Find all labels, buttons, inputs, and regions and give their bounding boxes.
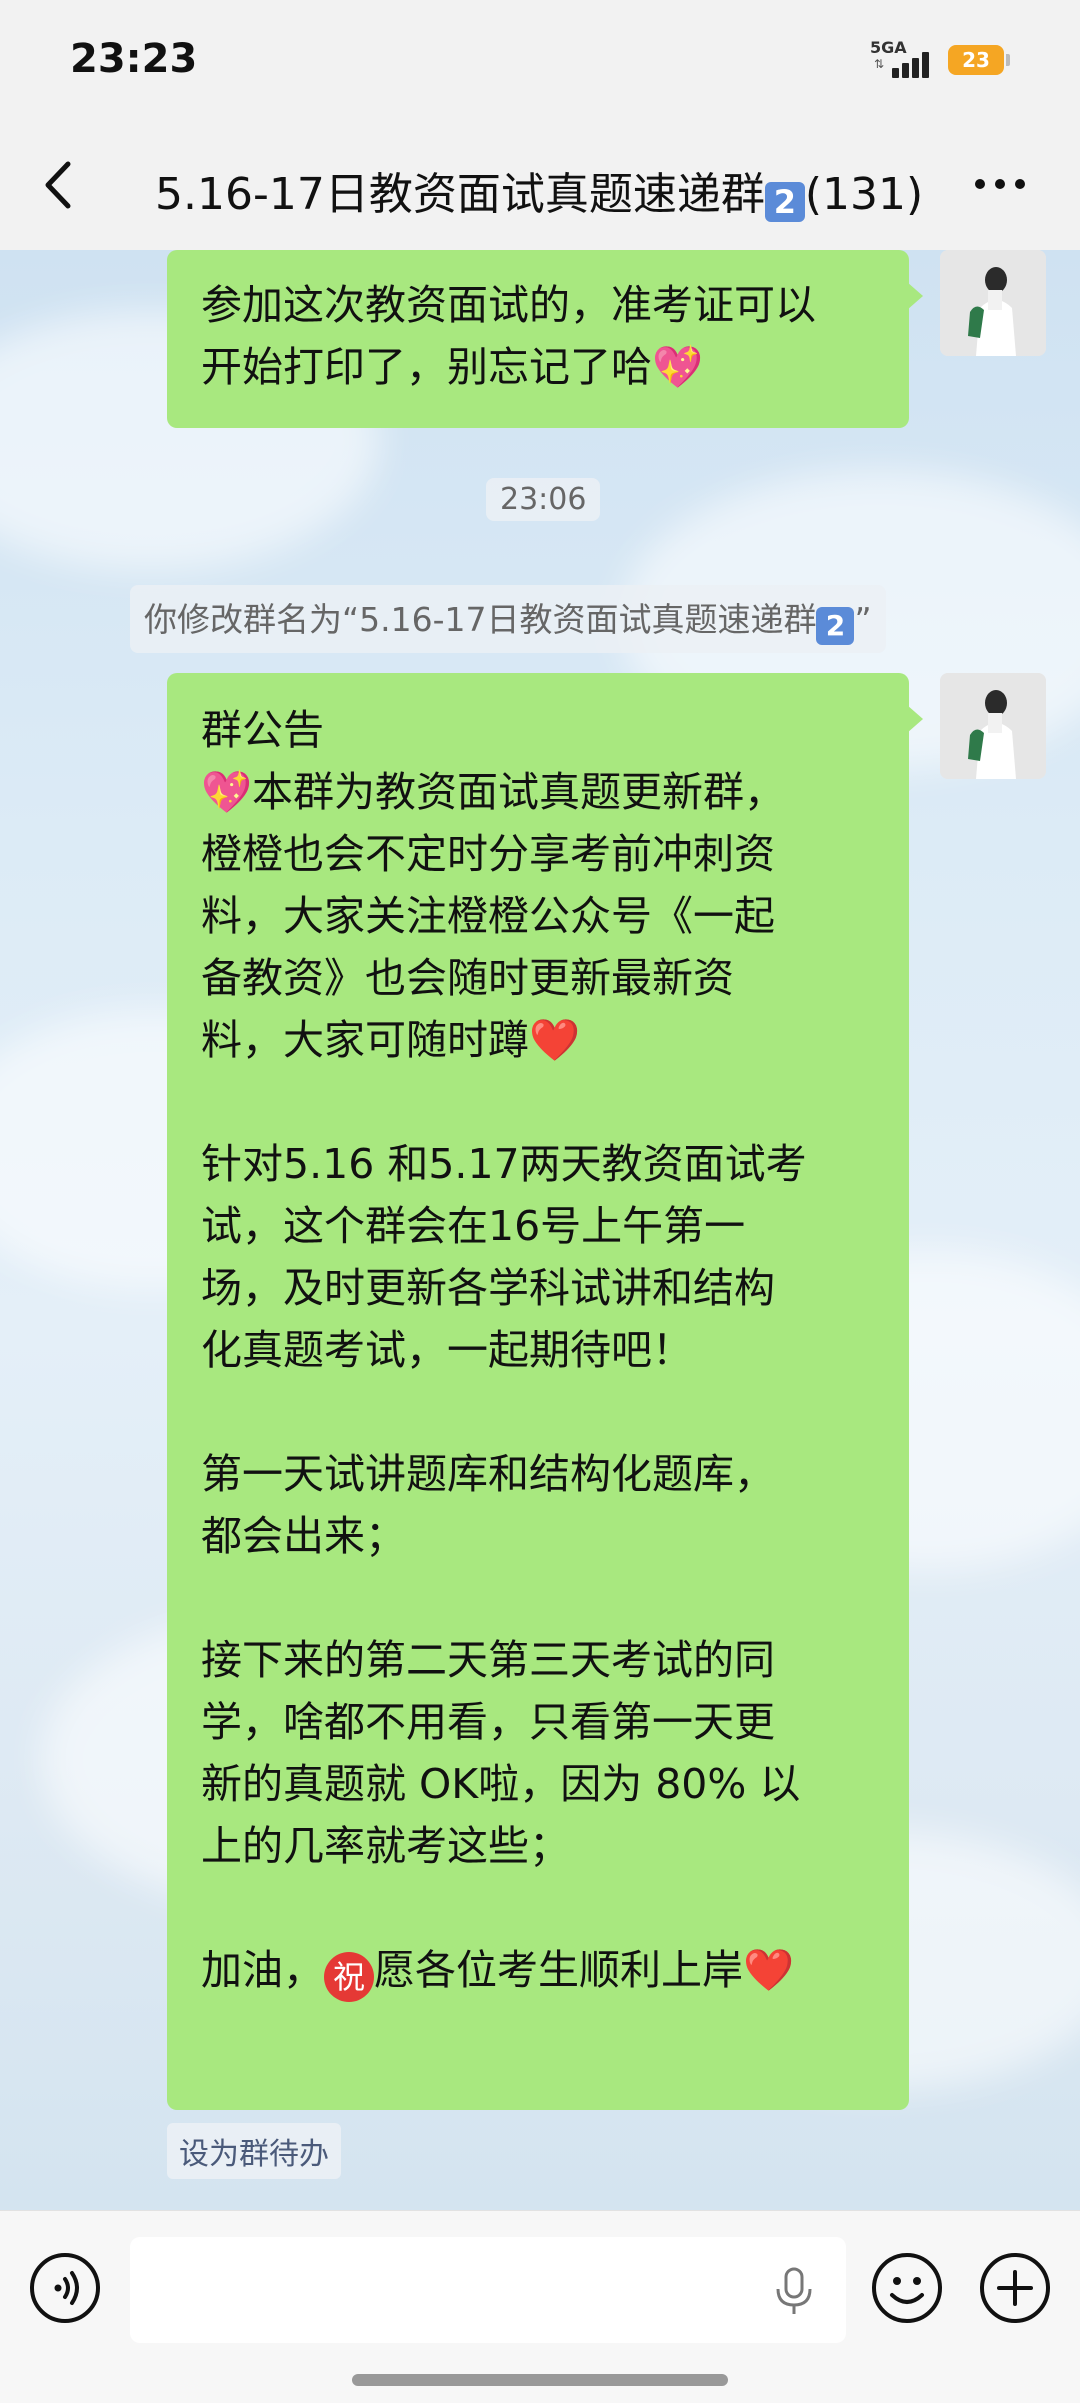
set-group-todo-button[interactable]: 设为群待办 <box>167 2123 341 2179</box>
more-functions-button[interactable] <box>978 2251 1052 2325</box>
data-arrows-icon: ⇅ <box>874 57 885 71</box>
avatar-photo-icon <box>940 250 1046 356</box>
announcement-closing: 愿各位考生顺利上岸❤️ <box>374 1946 795 1994</box>
message-input[interactable] <box>130 2237 846 2343</box>
system-message-quote: ” <box>854 600 872 639</box>
signal-icon: 5GA ⇅ <box>870 38 934 82</box>
chevron-left-icon <box>45 161 71 209</box>
announcement-bubble[interactable]: 群公告 💖本群为教资面试真题更新群， 橙橙也会不定时分享考前冲刺资 料，大家关注… <box>167 673 923 2110</box>
back-button[interactable] <box>30 150 90 220</box>
more-options-button[interactable] <box>970 164 1030 204</box>
voice-input-button[interactable] <box>28 2251 102 2325</box>
emoji-button[interactable] <box>870 2251 944 2325</box>
voice-icon <box>30 2253 100 2323</box>
congratulations-emoji: 祝 <box>324 1952 374 2002</box>
battery-level: 23 <box>962 48 990 72</box>
system-message: 你修改群名为“5.16-17日教资面试真题速递群 2” <box>130 585 886 653</box>
status-bar: 23:23 5GA ⇅ 23 <box>0 0 1080 120</box>
chat-header: 5.16-17日教资面试真题速递群 2 (131) <box>0 120 1080 250</box>
status-indicators: 5GA ⇅ 23 <box>870 38 1010 82</box>
status-time: 23:23 <box>70 36 198 82</box>
keycap-two-emoji: 2 <box>764 182 805 222</box>
battery-icon: 23 <box>948 45 1004 75</box>
system-message-text: 你修改群名为“5.16-17日教资面试真题速递群 <box>144 600 817 639</box>
chat-title-text: 5.16-17日教资面试真题速递群 <box>155 169 765 220</box>
avatar-photo-icon <box>940 673 1046 779</box>
message-bubble[interactable]: 参加这次教资面试的，准考证可以 开始打印了，别忘记了哈💖 <box>167 250 923 428</box>
member-count: (131) <box>804 169 924 220</box>
battery-tip <box>1006 54 1010 66</box>
more-dots-icon <box>975 179 1025 189</box>
plus-icon <box>980 2253 1050 2323</box>
avatar[interactable] <box>940 673 1046 779</box>
microphone-icon <box>776 2267 812 2314</box>
microphone-button[interactable] <box>772 2265 816 2317</box>
keycap-two-emoji: 2 <box>816 607 855 645</box>
timestamp: 23:06 <box>486 478 601 521</box>
announcement-text: 群公告 💖本群为教资面试真题更新群， 橙橙也会不定时分享考前冲刺资 料，大家关注… <box>201 706 807 1994</box>
smiley-icon <box>872 2253 942 2323</box>
home-indicator[interactable] <box>352 2374 728 2386</box>
avatar[interactable] <box>940 250 1046 356</box>
chat-title: 5.16-17日教资面试真题速递群 2 (131) <box>155 158 935 222</box>
